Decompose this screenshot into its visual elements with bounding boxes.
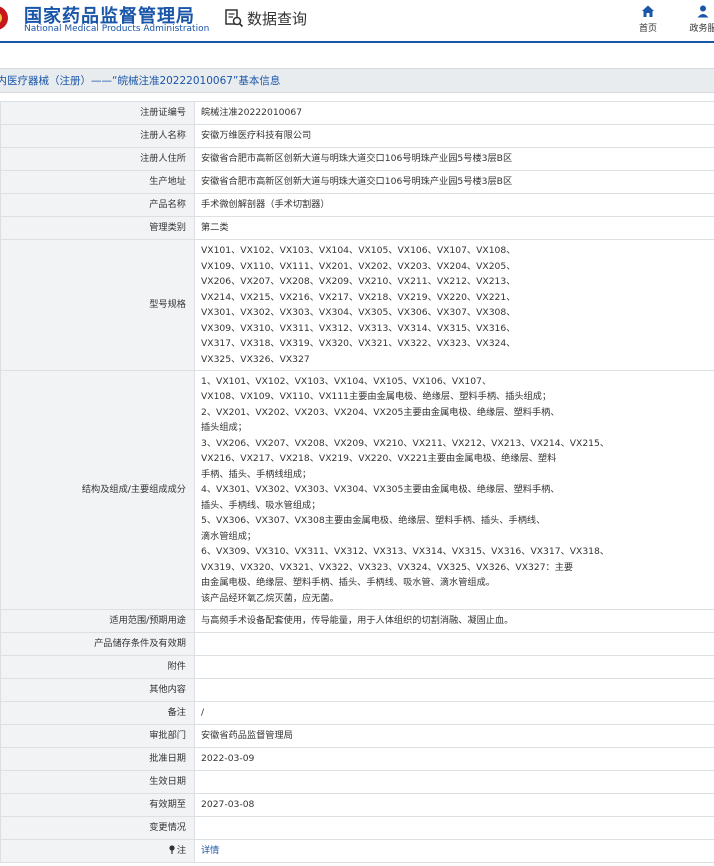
models-line: VX101、VX102、VX103、VX104、VX105、VX106、VX10… bbox=[201, 245, 516, 256]
value-attachment bbox=[194, 655, 714, 679]
structure-line: 插头、手柄线、吸水管组成； bbox=[201, 499, 321, 511]
models-line: VX301、VX302、VX303、VX304、VX305、VX306、VX30… bbox=[201, 307, 516, 318]
label-change: 变更情况 bbox=[0, 816, 195, 840]
row-structure: 结构及组成/主要组成成分 1、VX101、VX102、VX103、VX104、V… bbox=[0, 370, 714, 610]
label-effective-date: 生效日期 bbox=[0, 770, 195, 794]
value-dept: 安徽省药品监督管理局 bbox=[194, 724, 714, 748]
label-attachment: 附件 bbox=[0, 655, 195, 679]
structure-line: 手柄、插头、手柄线组成； bbox=[201, 468, 312, 480]
models-line: VX214、VX215、VX216、VX217、VX218、VX219、VX22… bbox=[201, 291, 516, 303]
label-expiry: 有效期至 bbox=[0, 793, 195, 817]
row-other: 其他内容 bbox=[0, 678, 714, 702]
label-registrant: 注册人名称 bbox=[0, 124, 195, 148]
models-line: VX109、VX110、VX111、VX201、VX202、VX203、VX20… bbox=[201, 260, 516, 272]
page-title-text: 境内医疗器械（注册）——“皖械注准20222010067”基本信息 bbox=[0, 75, 281, 87]
label-address: 注册人住所 bbox=[0, 147, 195, 171]
label-other: 其他内容 bbox=[0, 678, 195, 702]
row-address: 注册人住所 安徽省合肥市高新区创新大道与明珠大道交口106号明珠产业园5号楼3层… bbox=[0, 147, 714, 171]
structure-line: VX216、VX217、VX218、VX219、VX220、VX221主要由金属… bbox=[201, 453, 557, 465]
value-models: VX101、VX102、VX103、VX104、VX105、VX106、VX10… bbox=[194, 239, 714, 371]
org-name-en: National Medical Products Administration bbox=[24, 24, 210, 34]
nav-gov-service[interactable]: 政务服 bbox=[678, 4, 714, 34]
value-storage bbox=[194, 632, 714, 656]
row-product-name: 产品名称 手术微创解剖器（手术切割器） bbox=[0, 193, 714, 217]
value-other bbox=[194, 678, 714, 702]
label-product-name: 产品名称 bbox=[0, 193, 195, 217]
value-effective-date bbox=[194, 770, 714, 794]
details-link[interactable]: 详情 bbox=[201, 845, 219, 856]
row-prod-address: 生产地址 安徽省合肥市高新区创新大道与明珠大道交口106号明珠产业园5号楼3层B… bbox=[0, 170, 714, 194]
structure-line: 插头组成； bbox=[201, 422, 247, 434]
structure-line: 5、VX306、VX307、VX308主要由金属电极、绝缘层、塑料手柄、插头、手… bbox=[201, 515, 546, 527]
row-remark: 备注 / bbox=[0, 701, 714, 725]
structure-line: 4、VX301、VX302、VX303、VX304、VX305主要由金属电极、绝… bbox=[201, 484, 560, 496]
row-approve-date: 批准日期 2022-03-09 bbox=[0, 747, 714, 771]
structure-line: VX319、VX320、VX321、VX322、VX323、VX324、VX32… bbox=[201, 561, 574, 573]
label-remark: 备注 bbox=[0, 701, 195, 725]
data-query-title[interactable]: 数据查询 bbox=[224, 8, 307, 28]
structure-line: 2、VX201、VX202、VX203、VX204、VX205主要由金属电极、绝… bbox=[201, 406, 560, 418]
value-approve-date: 2022-03-09 bbox=[194, 747, 714, 771]
structure-line: VX108、VX109、VX110、VX111主要由金属电极、绝缘层、塑料手柄、… bbox=[201, 391, 552, 403]
row-category: 管理类别 第二类 bbox=[0, 216, 714, 240]
value-registrant: 安徽万维医疗科技有限公司 bbox=[194, 124, 714, 148]
models-line: VX309、VX310、VX311、VX312、VX313、VX314、VX31… bbox=[201, 322, 516, 334]
label-note: 注 bbox=[0, 839, 195, 863]
person-icon bbox=[697, 5, 709, 18]
document-search-icon bbox=[225, 9, 244, 28]
models-line: VX206、VX207、VX208、VX209、VX210、VX211、VX21… bbox=[201, 276, 516, 287]
nav-home-label: 首页 bbox=[638, 24, 657, 34]
value-address: 安徽省合肥市高新区创新大道与明珠大道交口106号明珠产业园5号楼3层B区 bbox=[194, 147, 714, 171]
row-change: 变更情况 bbox=[0, 816, 714, 840]
label-scope: 适用范围/预期用途 bbox=[0, 609, 195, 633]
structure-line: 1、VX101、VX102、VX103、VX104、VX105、VX106、VX… bbox=[201, 375, 492, 387]
info-table: 注册证编号 皖械注准20222010067 注册人名称 安徽万维医疗科技有限公司… bbox=[0, 101, 714, 863]
row-expiry: 有效期至 2027-03-08 bbox=[0, 793, 714, 817]
row-dept: 审批部门 安徽省药品监督管理局 bbox=[0, 724, 714, 748]
emblem-logo-icon bbox=[0, 6, 8, 30]
models-line: VX317、VX318、VX319、VX320、VX321、VX322、VX32… bbox=[201, 338, 516, 349]
row-storage: 产品储存条件及有效期 bbox=[0, 632, 714, 656]
label-dept: 审批部门 bbox=[0, 724, 195, 748]
label-reg-no: 注册证编号 bbox=[0, 101, 195, 125]
value-product-name: 手术微创解剖器（手术切割器） bbox=[194, 193, 714, 217]
site-header: 国家药品监督管理局 National Medical Products Admi… bbox=[0, 0, 714, 44]
structure-line: 该产品经环氧乙烷灭菌，应无菌。 bbox=[201, 592, 339, 604]
home-icon bbox=[642, 5, 654, 17]
structure-line: 滴水管组成； bbox=[201, 530, 257, 542]
structure-line: 3、VX206、VX207、VX208、VX209、VX210、VX211、VX… bbox=[201, 437, 610, 449]
header-divider bbox=[0, 41, 714, 43]
label-approve-date: 批准日期 bbox=[0, 747, 195, 771]
label-note-text: 注 bbox=[176, 845, 186, 857]
value-remark: / bbox=[194, 701, 714, 725]
value-category: 第二类 bbox=[194, 216, 714, 240]
structure-line: 由金属电极、绝缘层、塑料手柄、插头、手柄线、吸水管、滴水管组成。 bbox=[201, 577, 495, 589]
value-expiry: 2027-03-08 bbox=[194, 793, 714, 817]
row-note: 注 详情 bbox=[0, 839, 714, 863]
value-structure: 1、VX101、VX102、VX103、VX104、VX105、VX106、VX… bbox=[194, 370, 714, 610]
row-attachment: 附件 bbox=[0, 655, 714, 679]
row-effective-date: 生效日期 bbox=[0, 770, 714, 794]
row-reg-no: 注册证编号 皖械注准20222010067 bbox=[0, 101, 714, 125]
row-models: 型号规格 VX101、VX102、VX103、VX104、VX105、VX106… bbox=[0, 239, 714, 371]
label-structure: 结构及组成/主要组成成分 bbox=[0, 370, 195, 610]
value-scope: 与高频手术设备配套使用，传导能量，用于人体组织的切割消融、凝固止血。 bbox=[194, 609, 714, 633]
label-prod-address: 生产地址 bbox=[0, 170, 195, 194]
value-prod-address: 安徽省合肥市高新区创新大道与明珠大道交口106号明珠产业园5号楼3层B区 bbox=[194, 170, 714, 194]
page-title: 境内医疗器械（注册）——“皖械注准20222010067”基本信息 bbox=[0, 68, 714, 93]
row-scope: 适用范围/预期用途 与高频手术设备配套使用，传导能量，用于人体组织的切割消融、凝… bbox=[0, 609, 714, 633]
row-registrant: 注册人名称 安徽万维医疗科技有限公司 bbox=[0, 124, 714, 148]
label-category: 管理类别 bbox=[0, 216, 195, 240]
nav-gov-service-label: 政务服 bbox=[689, 24, 714, 34]
pin-icon bbox=[169, 845, 175, 855]
label-models: 型号规格 bbox=[0, 239, 195, 371]
label-storage: 产品储存条件及有效期 bbox=[0, 632, 195, 656]
value-note: 详情 bbox=[194, 839, 714, 863]
structure-line: 6、VX309、VX310、VX311、VX312、VX313、VX314、VX… bbox=[201, 546, 610, 558]
query-title-text: 数据查询 bbox=[247, 9, 308, 28]
value-reg-no: 皖械注准20222010067 bbox=[194, 101, 714, 125]
value-change bbox=[194, 816, 714, 840]
nav-home[interactable]: 首页 bbox=[623, 4, 673, 34]
models-line: VX325、VX326、VX327 bbox=[201, 353, 310, 365]
